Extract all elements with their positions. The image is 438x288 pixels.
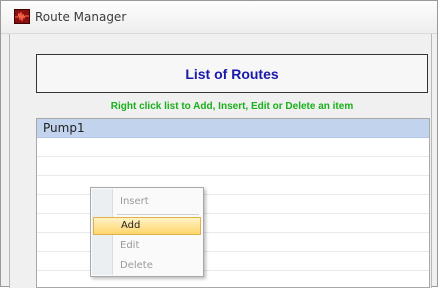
menu-item-delete[interactable]: Delete	[93, 257, 201, 275]
menu-item-add[interactable]: Add	[93, 217, 201, 235]
context-menu: Insert Add Edit Delete	[90, 187, 204, 277]
waveform-app-icon	[14, 9, 30, 24]
route-manager-window: Route Manager List of Routes Right click…	[0, 0, 438, 288]
instruction-hint: Right click list to Add, Insert, Edit or…	[110, 101, 354, 112]
menu-item-edit[interactable]: Edit	[93, 237, 201, 255]
page-title: List of Routes	[185, 65, 279, 82]
menu-item-insert[interactable]: Insert	[93, 193, 201, 211]
heading-box: List of Routes	[36, 54, 428, 93]
list-row-empty[interactable]	[37, 138, 429, 157]
panel-right-border	[431, 34, 432, 288]
window-title: Route Manager	[35, 10, 127, 24]
menu-separator	[117, 214, 199, 215]
list-row-empty[interactable]	[37, 157, 429, 176]
list-item[interactable]: Pump1	[37, 119, 429, 138]
title-bar[interactable]: Route Manager	[1, 1, 437, 34]
main-panel: List of Routes Right click list to Add, …	[10, 34, 431, 288]
